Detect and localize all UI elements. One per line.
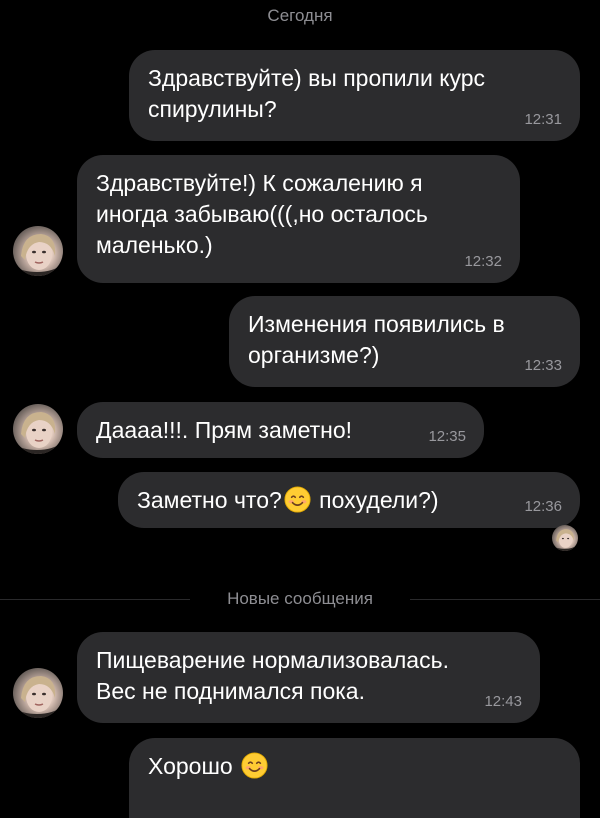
message-bubble-incoming[interactable]: Пищеварение нормализовалась. Вес не подн…: [77, 632, 540, 723]
smiling-face-emoji-icon: [241, 752, 268, 779]
message-text: Здравствуйте) вы пропили курс спирулины?: [148, 65, 486, 122]
message-text: Изменения появились в организме?): [248, 311, 505, 368]
date-separator: Сегодня: [267, 6, 333, 25]
message-bubble-outgoing[interactable]: Заметно что? похудели?) 12:36: [118, 472, 580, 528]
message-bubble-incoming[interactable]: Даааа!!!. Прям заметно! 12:35: [77, 402, 484, 458]
avatar-photo-icon: [13, 676, 63, 718]
message-text: Хорошо: [148, 751, 270, 782]
message-time: 12:36: [524, 498, 562, 515]
contact-avatar[interactable]: [13, 668, 63, 718]
message-time: 12:32: [464, 253, 502, 270]
smiling-face-emoji-icon: [284, 486, 311, 513]
read-receipt-avatar: [552, 525, 578, 551]
message-text: Пищеварение нормализовалась. Вес не подн…: [96, 647, 449, 704]
avatar-photo-icon: [13, 234, 63, 276]
message-bubble-outgoing[interactable]: Изменения появились в организме?) 12:33: [229, 296, 580, 387]
contact-avatar[interactable]: [13, 226, 63, 276]
avatar-photo-icon: [13, 412, 63, 454]
contact-avatar[interactable]: [13, 404, 63, 454]
message-time: 12:43: [484, 693, 522, 710]
message-text: Заметно что? похудели?): [137, 486, 439, 513]
message-bubble-outgoing[interactable]: Здравствуйте) вы пропили курс спирулины?…: [129, 50, 580, 141]
message-time: 12:31: [524, 111, 562, 128]
read-receipt-avatar-icon: [552, 529, 578, 551]
message-time: 12:35: [428, 428, 466, 445]
new-messages-divider: Новые сообщения: [0, 589, 600, 609]
message-time: 12:33: [524, 357, 562, 374]
message-bubble-incoming[interactable]: Здравствуйте!) К сожалению я иногда забы…: [77, 155, 520, 283]
message-text: Даааа!!!. Прям заметно!: [96, 417, 353, 443]
message-text: Здравствуйте!) К сожалению я иногда забы…: [96, 170, 428, 258]
message-bubble-outgoing[interactable]: Хорошо: [129, 738, 580, 818]
